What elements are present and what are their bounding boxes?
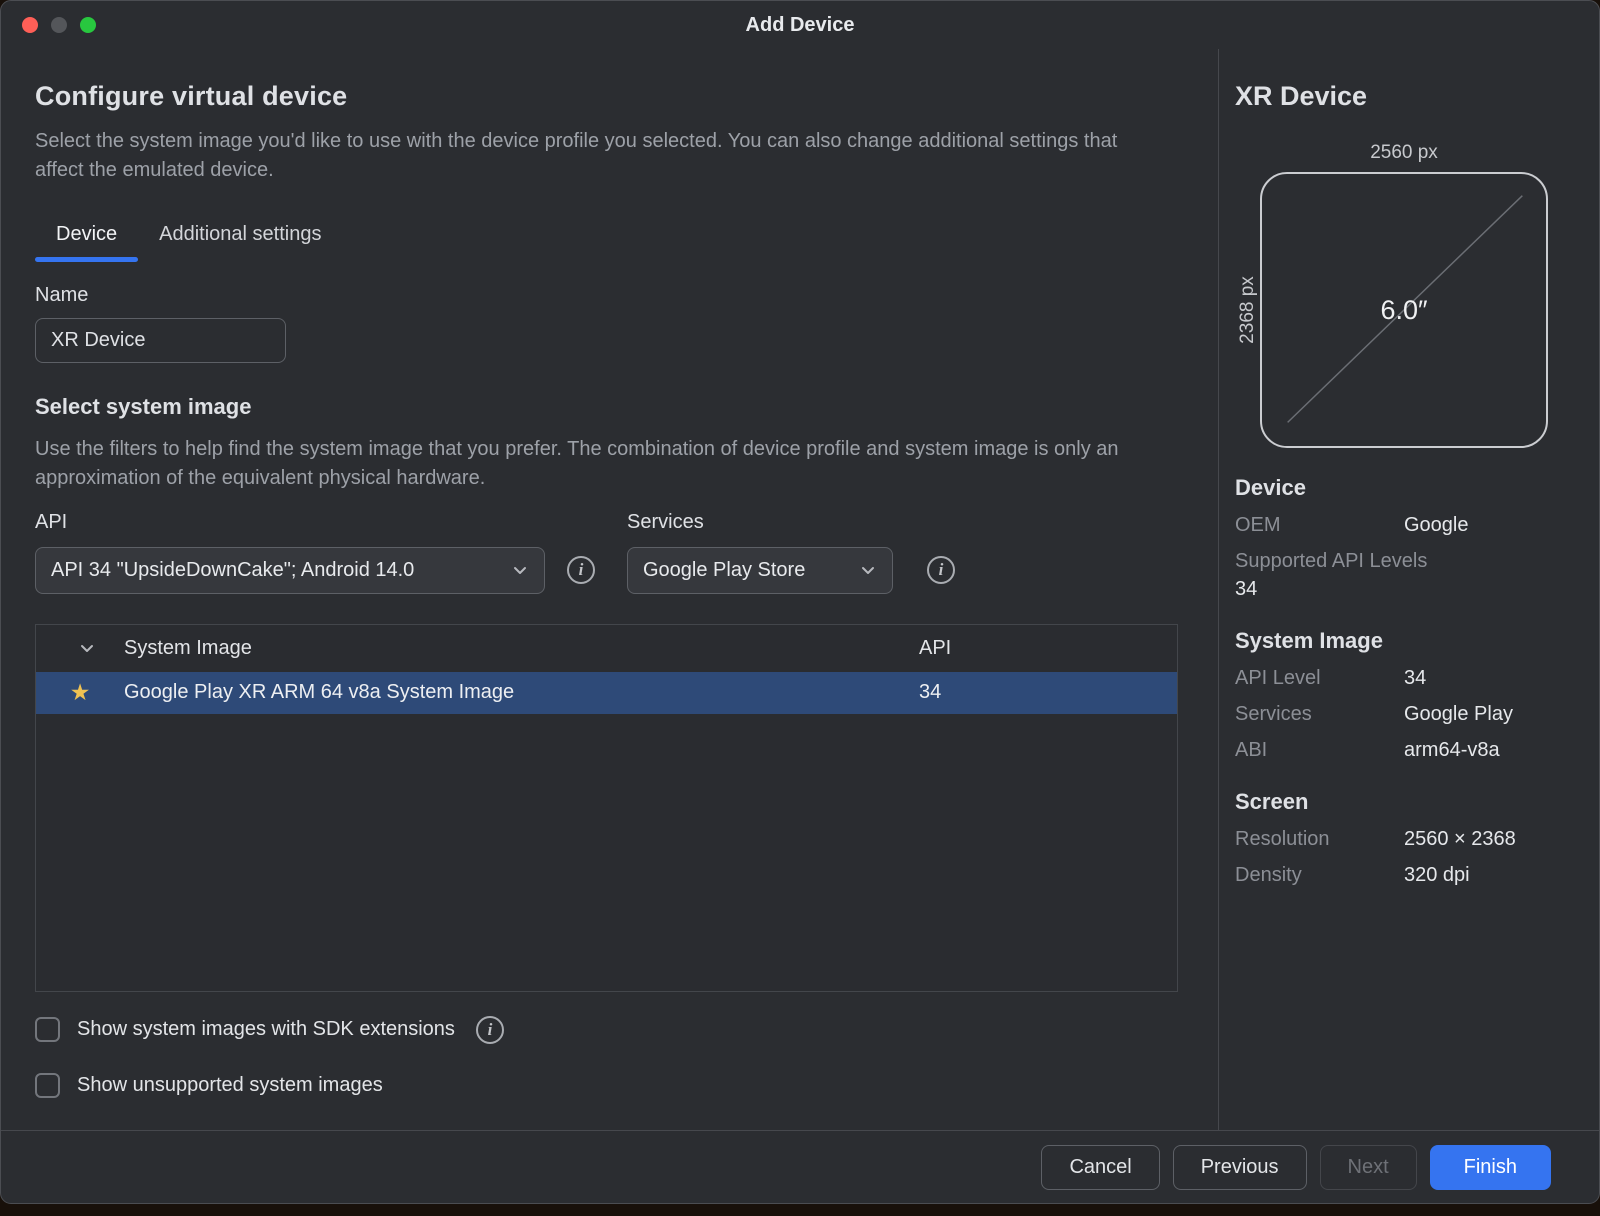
api-level-row: API Level 34 — [1235, 667, 1575, 690]
select-system-image-title: Select system image — [35, 394, 1178, 420]
device-name-input[interactable] — [35, 318, 286, 363]
tab-bar: Device Additional settings — [35, 212, 1178, 259]
resolution-row: Resolution 2560 × 2368 — [1235, 828, 1575, 851]
screen-preview: 2560 px 2368 px 6.0″ — [1235, 142, 1575, 448]
window-title: Add Device — [746, 14, 855, 37]
services-label: Services — [627, 511, 893, 534]
tab-additional-settings[interactable]: Additional settings — [138, 212, 342, 259]
finish-button[interactable]: Finish — [1430, 1145, 1551, 1190]
window-controls — [22, 17, 96, 33]
abi-value: arm64-v8a — [1404, 739, 1575, 762]
page-title: Configure virtual device — [35, 81, 1178, 112]
api-info-icon[interactable]: i — [567, 556, 595, 584]
next-button: Next — [1320, 1145, 1417, 1190]
add-device-dialog: Add Device Configure virtual device Sele… — [0, 0, 1600, 1204]
select-system-image-description: Use the filters to help find the system … — [35, 435, 1125, 494]
table-row[interactable]: ★ Google Play XR ARM 64 v8a System Image… — [36, 672, 1177, 714]
unsupported-images-checkbox-label[interactable]: Show unsupported system images — [77, 1074, 383, 1097]
screen-section-title: Screen — [1235, 789, 1575, 815]
services-row: Services Google Play — [1235, 703, 1575, 726]
system-image-name: Google Play XR ARM 64 v8a System Image — [124, 681, 919, 704]
density-value: 320 dpi — [1404, 864, 1575, 887]
cancel-button[interactable]: Cancel — [1041, 1145, 1159, 1190]
screen-height-label: 2368 px — [1235, 172, 1260, 448]
screen-diagonal-label: 6.0″ — [1262, 174, 1546, 446]
oem-row: OEM Google — [1235, 514, 1575, 537]
sdk-extensions-info-icon[interactable]: i — [476, 1016, 504, 1044]
device-details-title: XR Device — [1235, 81, 1575, 112]
abi-row: ABI arm64-v8a — [1235, 739, 1575, 762]
main-panel: Configure virtual device Select the syst… — [1, 49, 1218, 1130]
services-detail-value: Google Play — [1404, 703, 1575, 726]
previous-button[interactable]: Previous — [1173, 1145, 1307, 1190]
device-details-panel: XR Device 2560 px 2368 px 6.0″ Device — [1218, 49, 1599, 1130]
device-section-title: Device — [1235, 475, 1575, 501]
filter-row: API API 34 "UpsideDownCake"; Android 14.… — [35, 511, 1178, 594]
title-bar: Add Device — [1, 1, 1599, 49]
api-label: API — [35, 511, 545, 534]
services-info-icon[interactable]: i — [927, 556, 955, 584]
sdk-extensions-checkbox[interactable] — [35, 1017, 60, 1042]
screen-outline: 6.0″ — [1260, 172, 1548, 448]
system-image-section-title: System Image — [1235, 628, 1575, 654]
density-label: Density — [1235, 864, 1404, 887]
system-image-api: 34 — [919, 681, 1177, 704]
unsupported-images-checkbox-row: Show unsupported system images — [35, 1073, 1178, 1098]
chevron-down-icon — [859, 561, 877, 579]
tab-device[interactable]: Device — [35, 212, 138, 259]
zoom-window-icon[interactable] — [80, 17, 96, 33]
oem-label: OEM — [1235, 514, 1404, 537]
chevron-down-icon — [511, 561, 529, 579]
abi-label: ABI — [1235, 739, 1404, 762]
column-header-system-image: System Image — [124, 637, 919, 660]
column-header-api: API — [919, 637, 1177, 660]
sdk-extensions-checkbox-row: Show system images with SDK extensions i — [35, 1016, 1178, 1044]
screen-width-label: 2560 px — [1260, 142, 1548, 164]
api-level-label: API Level — [1235, 667, 1404, 690]
page-description: Select the system image you'd like to us… — [35, 127, 1125, 186]
sdk-extensions-checkbox-label[interactable]: Show system images with SDK extensions — [77, 1018, 455, 1041]
dialog-footer: Cancel Previous Next Finish — [1, 1130, 1599, 1203]
close-window-icon[interactable] — [22, 17, 38, 33]
api-dropdown[interactable]: API 34 "UpsideDownCake"; Android 14.0 — [35, 547, 545, 594]
collapse-chevron-icon[interactable] — [78, 639, 96, 657]
services-dropdown-value: Google Play Store — [643, 559, 805, 582]
api-filter-group: API API 34 "UpsideDownCake"; Android 14.… — [35, 511, 545, 594]
minimize-window-icon — [51, 17, 67, 33]
system-image-table: System Image API ★ Google Play XR ARM 64… — [35, 624, 1178, 992]
unsupported-images-checkbox[interactable] — [35, 1073, 60, 1098]
resolution-value: 2560 × 2368 — [1404, 828, 1575, 851]
supported-api-levels-row: Supported API Levels 34 — [1235, 550, 1575, 601]
services-filter-group: Services Google Play Store — [627, 511, 893, 594]
resolution-label: Resolution — [1235, 828, 1404, 851]
api-dropdown-value: API 34 "UpsideDownCake"; Android 14.0 — [51, 559, 414, 582]
table-header-row: System Image API — [36, 625, 1177, 672]
supported-api-levels-value: 34 — [1235, 578, 1575, 601]
oem-value: Google — [1404, 514, 1575, 537]
supported-api-levels-label: Supported API Levels — [1235, 550, 1575, 573]
services-dropdown[interactable]: Google Play Store — [627, 547, 893, 594]
density-row: Density 320 dpi — [1235, 864, 1575, 887]
name-label: Name — [35, 284, 1178, 307]
api-level-value: 34 — [1404, 667, 1575, 690]
star-icon: ★ — [70, 681, 91, 704]
services-detail-label: Services — [1235, 703, 1404, 726]
